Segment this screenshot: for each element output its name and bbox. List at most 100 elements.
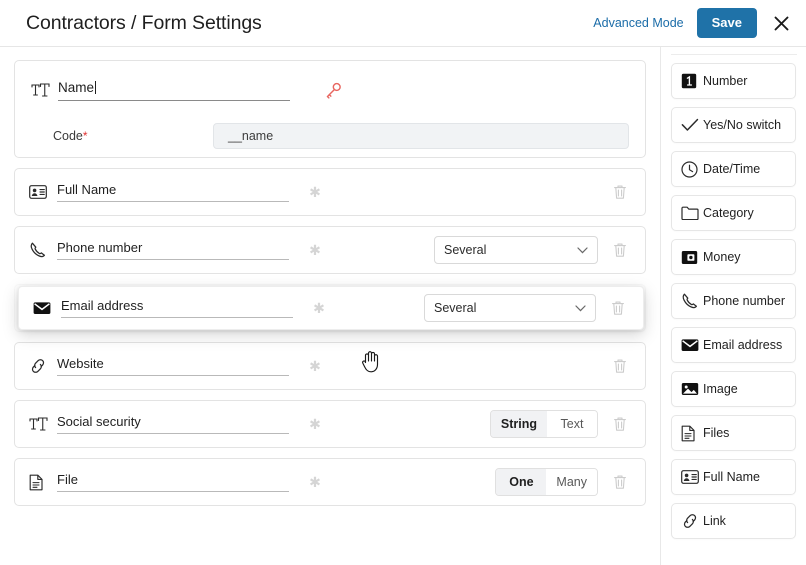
palette-item-category[interactable]: Category bbox=[671, 195, 796, 231]
dragged-field-cardinality-select[interactable]: Several bbox=[424, 294, 596, 322]
file-icon bbox=[29, 474, 53, 491]
required-marker: ✱ bbox=[309, 474, 321, 490]
field-name-input[interactable]: File bbox=[57, 472, 289, 492]
palette-item-phone-number[interactable]: Phone number bbox=[671, 283, 796, 319]
select-value: Several bbox=[434, 301, 477, 315]
palette-item-label: Phone number bbox=[703, 294, 786, 308]
segment-option[interactable]: Many bbox=[546, 469, 597, 495]
close-icon[interactable] bbox=[770, 12, 792, 34]
phone-icon bbox=[29, 241, 53, 259]
trash-icon[interactable] bbox=[607, 358, 633, 374]
palette-item-files[interactable]: Files bbox=[671, 415, 796, 451]
segment-option[interactable]: String bbox=[490, 411, 547, 437]
required-marker: ✱ bbox=[313, 300, 325, 316]
text-caret bbox=[95, 80, 97, 94]
palette-item-email-address[interactable]: Email address bbox=[671, 327, 796, 363]
header-actions: Advanced Mode Save bbox=[593, 8, 792, 38]
trash-icon[interactable] bbox=[607, 242, 633, 258]
palette-item-image[interactable]: Image bbox=[671, 371, 796, 407]
save-button[interactable]: Save bbox=[696, 8, 757, 38]
money-icon bbox=[681, 250, 703, 265]
trash-icon[interactable] bbox=[607, 474, 633, 490]
fields-list-panel: Name Code* __name Full Name ✱ Phone numb… bbox=[0, 47, 660, 565]
field-name-input[interactable]: Phone number bbox=[57, 240, 289, 260]
envelope-icon bbox=[681, 338, 703, 352]
required-marker: ✱ bbox=[309, 416, 321, 432]
field-format-segmented-control[interactable]: One Many bbox=[495, 468, 598, 496]
phone-icon bbox=[681, 292, 703, 310]
required-marker: ✱ bbox=[309, 242, 321, 258]
text-type-icon bbox=[29, 416, 53, 432]
file-icon bbox=[681, 425, 703, 442]
chevron-down-icon bbox=[575, 304, 586, 312]
segment-option[interactable]: Text bbox=[547, 411, 597, 437]
number-icon bbox=[681, 73, 703, 89]
primary-field-card: Name Code* __name bbox=[14, 60, 646, 158]
primary-name-value: Name bbox=[58, 79, 95, 95]
palette-item-yes-no-switch[interactable]: Yes/No switch bbox=[671, 107, 796, 143]
palette-top-divider bbox=[671, 47, 797, 55]
form-settings-screen: Contractors / Form Settings Advanced Mod… bbox=[0, 0, 806, 565]
palette-item-link[interactable]: Link bbox=[671, 503, 796, 539]
required-marker: ✱ bbox=[309, 358, 321, 374]
field-name-input[interactable]: Website bbox=[57, 356, 289, 376]
clock-icon bbox=[681, 160, 703, 178]
primary-name-input[interactable]: Name bbox=[58, 80, 290, 101]
select-value: Several bbox=[444, 243, 487, 257]
palette-item-label: Email address bbox=[703, 338, 783, 352]
palette-item-label: Category bbox=[703, 206, 754, 220]
field-row[interactable]: Full Name ✱ bbox=[14, 168, 646, 216]
field-name-input[interactable]: Social security bbox=[57, 414, 289, 434]
palette-item-full-name[interactable]: Full Name bbox=[671, 459, 796, 495]
dragged-field-name-input[interactable]: Email address bbox=[61, 298, 293, 318]
field-name: Website bbox=[57, 356, 289, 376]
code-input[interactable]: __name bbox=[213, 123, 629, 149]
palette-item-label: Yes/No switch bbox=[703, 118, 782, 132]
field-name-input[interactable]: Full Name bbox=[57, 182, 289, 202]
primary-name-row: Name bbox=[31, 75, 629, 105]
code-row: Code* __name bbox=[31, 123, 629, 149]
palette-item-date-time[interactable]: Date/Time bbox=[671, 151, 796, 187]
segment-option[interactable]: One bbox=[496, 469, 547, 495]
field-row[interactable]: File ✱ One Many bbox=[14, 458, 646, 506]
field-type-palette: Number Yes/No switch Date/Time Category … bbox=[660, 47, 806, 565]
field-format-segmented-control[interactable]: String Text bbox=[489, 410, 598, 438]
required-marker: * bbox=[82, 129, 88, 143]
text-type-icon bbox=[31, 82, 55, 98]
field-cardinality-select[interactable]: Several bbox=[434, 236, 598, 264]
page-header: Contractors / Form Settings Advanced Mod… bbox=[0, 0, 806, 47]
field-rows-container: Full Name ✱ Phone number ✱ Several Websi… bbox=[14, 168, 646, 506]
palette-items-container: Number Yes/No switch Date/Time Category … bbox=[671, 63, 796, 539]
palette-item-label: Image bbox=[703, 382, 738, 396]
envelope-icon bbox=[33, 301, 57, 315]
palette-item-label: Link bbox=[703, 514, 726, 528]
field-row[interactable]: Website ✱ bbox=[14, 342, 646, 390]
field-row[interactable]: Social security ✱ String Text bbox=[14, 400, 646, 448]
link-icon bbox=[681, 512, 703, 530]
field-row[interactable]: Phone number ✱ Several bbox=[14, 226, 646, 274]
palette-item-label: Money bbox=[703, 250, 741, 264]
field-name: Phone number bbox=[57, 240, 289, 260]
check-icon bbox=[681, 118, 703, 132]
field-name: Social security bbox=[57, 414, 289, 434]
palette-item-label: Full Name bbox=[703, 470, 760, 484]
palette-item-label: Files bbox=[703, 426, 730, 440]
dragged-field-row[interactable]: Email address ✱ Several bbox=[18, 286, 644, 330]
dragged-field-name: Email address bbox=[61, 298, 293, 318]
field-name: File bbox=[57, 472, 289, 492]
id-card-icon bbox=[681, 470, 703, 484]
trash-icon[interactable] bbox=[607, 416, 633, 432]
palette-item-money[interactable]: Money bbox=[671, 239, 796, 275]
id-card-icon bbox=[29, 185, 53, 199]
trash-icon[interactable] bbox=[605, 300, 631, 316]
page-title: Contractors / Form Settings bbox=[26, 11, 262, 34]
palette-item-label: Number bbox=[703, 74, 748, 88]
image-icon bbox=[681, 382, 703, 396]
palette-item-label: Date/Time bbox=[703, 162, 761, 176]
palette-item-number[interactable]: Number bbox=[671, 63, 796, 99]
trash-icon[interactable] bbox=[607, 184, 633, 200]
body-area: Name Code* __name Full Name ✱ Phone numb… bbox=[0, 47, 806, 565]
chevron-down-icon bbox=[577, 246, 588, 254]
advanced-mode-link[interactable]: Advanced Mode bbox=[593, 16, 683, 30]
key-icon[interactable] bbox=[324, 81, 343, 100]
